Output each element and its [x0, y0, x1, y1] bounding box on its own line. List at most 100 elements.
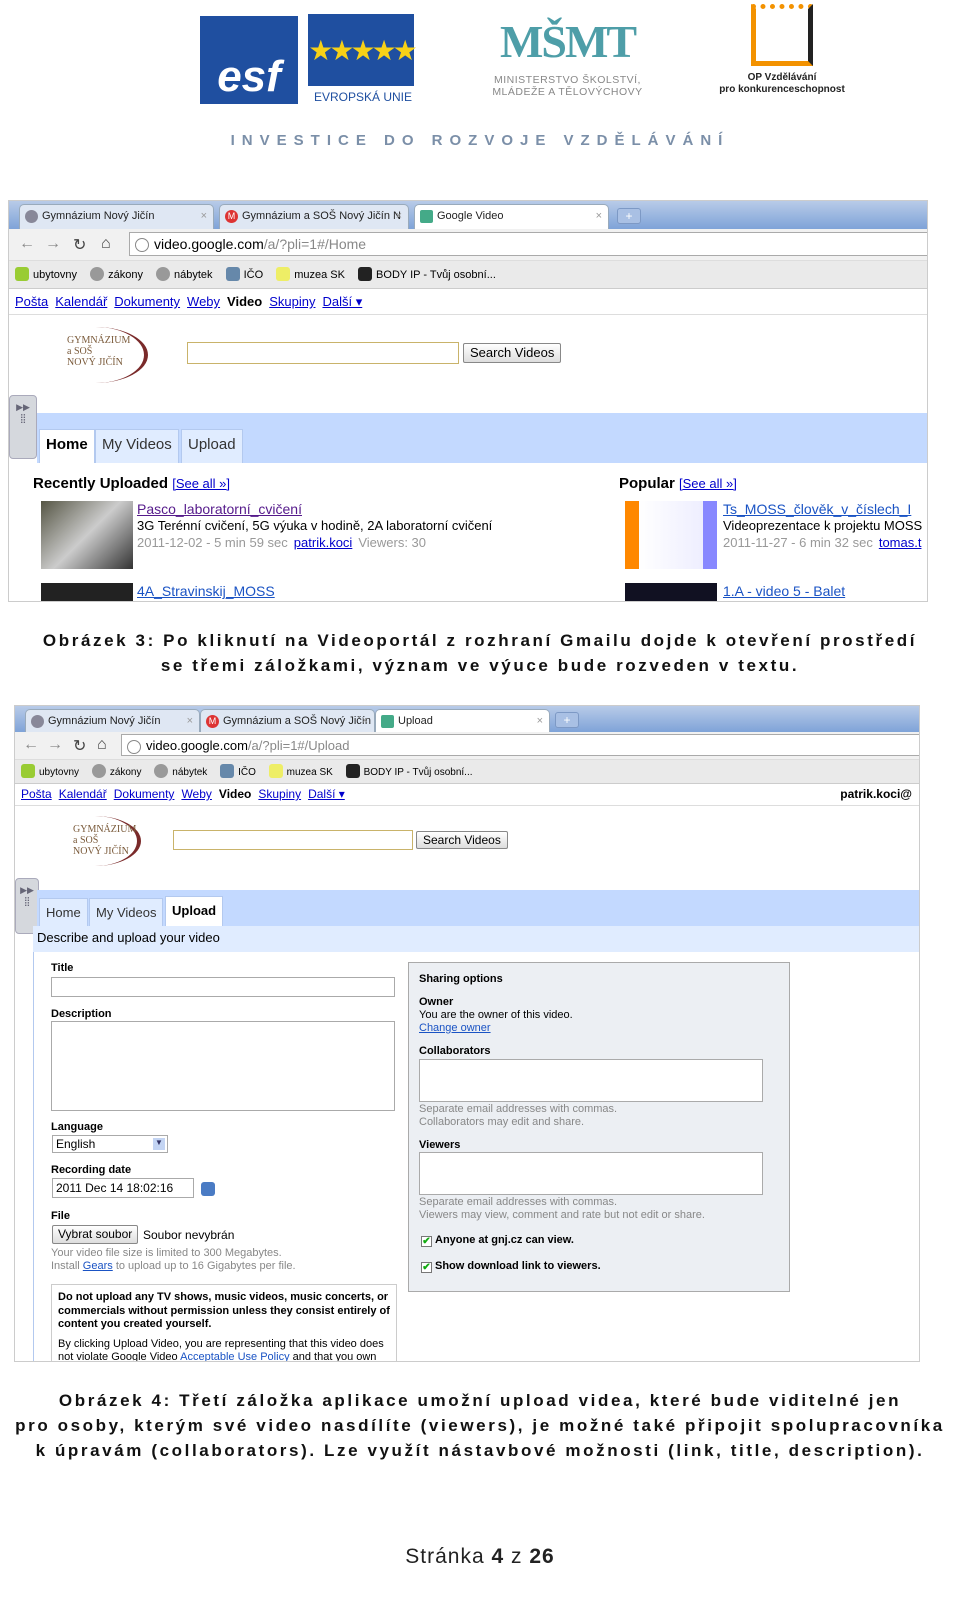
url-input[interactable]: video.google.com/a/?pli=1#/Upload — [121, 734, 919, 756]
download-link-checkbox[interactable]: ✔ — [421, 1262, 432, 1273]
gears-link[interactable]: Gears — [83, 1260, 113, 1272]
url-input[interactable]: video.google.com/a/?pli=1#/Home — [129, 232, 927, 256]
bookmark-item[interactable]: BODY IP - Tvůj osobní... — [345, 764, 473, 778]
caption-line: pro osoby, kterým své video nasdílíte (v… — [15, 1416, 945, 1435]
sharing-heading: Sharing options — [419, 973, 503, 985]
close-icon[interactable]: × — [396, 210, 402, 222]
language-select[interactable]: English ▼ — [52, 1135, 168, 1153]
ip-icon — [345, 764, 360, 778]
browser-tab[interactable]: M Gymnázium a SOŠ Nový Jičín N × — [219, 204, 409, 229]
choose-file-button[interactable]: Vybrat soubor — [52, 1225, 139, 1244]
bookmark-item[interactable]: muzea SK — [268, 764, 333, 778]
bookmark-item[interactable]: nábytek — [154, 764, 207, 778]
home-icon[interactable]: ⌂ — [101, 235, 111, 253]
back-icon[interactable]: ← — [19, 235, 35, 253]
browser-tab-active[interactable]: Upload × — [375, 709, 550, 732]
globe-icon — [25, 210, 38, 223]
nav-docs[interactable]: Dokumenty — [114, 787, 175, 801]
new-tab-button[interactable]: + — [555, 712, 579, 728]
browser-tab[interactable]: M Gymnázium a SOŠ Nový Jičín N × — [200, 709, 375, 732]
close-icon[interactable]: × — [362, 715, 368, 727]
close-icon[interactable]: × — [201, 210, 207, 222]
tab-home[interactable]: Home — [39, 429, 95, 463]
bookmark-item[interactable]: IČO — [220, 764, 256, 778]
nav-video[interactable]: Video — [227, 294, 262, 309]
tab-upload[interactable]: Upload — [181, 429, 243, 463]
nav-more[interactable]: Další ▾ — [308, 787, 345, 801]
nav-video[interactable]: Video — [219, 787, 251, 801]
browser-tab[interactable]: Gymnázium Nový Jičín × — [25, 709, 200, 732]
nav-more[interactable]: Další ▾ — [322, 294, 362, 309]
sidebar-toggle-handle[interactable]: ▶▶ ⣿ — [9, 395, 37, 459]
forward-icon[interactable]: → — [47, 736, 63, 754]
bookmark-item[interactable]: muzea SK — [276, 267, 345, 281]
nav-sites[interactable]: Weby — [181, 787, 211, 801]
tab-upload[interactable]: Upload — [165, 896, 224, 926]
bookmark-item[interactable]: zákony — [91, 764, 142, 778]
file-status: Soubor nevybrán — [143, 1228, 235, 1242]
close-icon[interactable]: × — [596, 210, 602, 222]
bookmark-item[interactable]: BODY IP - Tvůj osobní... — [358, 267, 496, 281]
description-textarea[interactable] — [51, 1021, 395, 1111]
msmt-logo: MŠMT MINISTERSTVO ŠKOLSTVÍ, MLÁDEŽE A TĚ… — [470, 10, 665, 98]
bookmark-item[interactable]: nábytek — [156, 267, 213, 281]
nav-mail[interactable]: Pošta — [15, 294, 48, 309]
bookmark-item[interactable]: IČO — [225, 267, 263, 281]
google-icon — [381, 715, 394, 728]
user-email[interactable]: patrik.koci@ — [840, 787, 912, 801]
browser-tab-active[interactable]: Google Video × — [414, 204, 609, 229]
nav-calendar[interactable]: Kalendář — [59, 787, 107, 801]
tab-my-videos[interactable]: My Videos — [95, 429, 179, 463]
recording-date-input[interactable]: 2011 Dec 14 18:02:16 — [52, 1178, 194, 1198]
author-link[interactable]: tomas.t — [879, 535, 922, 550]
video-thumbnail[interactable] — [625, 583, 717, 601]
video-thumbnail[interactable] — [625, 501, 717, 569]
calendar-icon[interactable] — [201, 1182, 215, 1196]
bookmark-item[interactable]: ubytovny — [21, 764, 79, 778]
search-videos-button[interactable]: Search Videos — [463, 343, 562, 363]
acceptable-use-link[interactable]: Acceptable Use Policy — [180, 1351, 289, 1361]
close-icon[interactable]: × — [187, 715, 193, 727]
caption-line: k úpravám (collaborators). Lze využít ná… — [35, 1441, 925, 1460]
forward-icon[interactable]: → — [45, 235, 61, 253]
close-icon[interactable]: × — [537, 715, 543, 727]
back-icon[interactable]: ← — [23, 736, 39, 754]
video-thumbnail[interactable] — [41, 583, 133, 601]
video-title-link[interactable]: 1.A - video 5 - Balet — [723, 583, 845, 599]
see-all-link[interactable]: [See all »] — [172, 476, 230, 491]
search-input[interactable] — [187, 342, 459, 364]
collaborators-textarea[interactable] — [419, 1059, 763, 1102]
video-title-link[interactable]: Ts_MOSS_člověk_v_číslech_I — [723, 501, 911, 517]
bookmark-item[interactable]: zákony — [90, 267, 143, 281]
tab-home[interactable]: Home — [39, 898, 88, 926]
anyone-can-view-checkbox[interactable]: ✔ — [421, 1236, 432, 1247]
globe-icon — [135, 238, 149, 252]
video-title-link[interactable]: 4A_Stravinskij_MOSS — [137, 583, 275, 599]
title-input[interactable] — [51, 977, 395, 997]
nav-docs[interactable]: Dokumenty — [114, 294, 180, 309]
nav-groups[interactable]: Skupiny — [258, 787, 301, 801]
current-page: 4 — [491, 1545, 505, 1568]
see-all-link[interactable]: [See all »] — [679, 476, 737, 491]
school-logo-text: NOVÝ JIČÍN — [67, 357, 123, 368]
video-description: Videoprezentace k projektu MOSS — [723, 518, 923, 533]
reload-icon[interactable]: ↻ — [73, 736, 86, 756]
bookmark-label: ubytovny — [39, 767, 80, 778]
search-videos-button[interactable]: Search Videos — [416, 831, 508, 849]
new-tab-button[interactable]: + — [617, 208, 641, 224]
change-owner-link[interactable]: Change owner — [419, 1022, 491, 1034]
nav-mail[interactable]: Pošta — [21, 787, 52, 801]
nav-sites[interactable]: Weby — [187, 294, 220, 309]
video-title-link[interactable]: Pasco_laboratorní_cvičení — [137, 501, 302, 517]
bookmark-item[interactable]: ubytovny — [15, 267, 77, 281]
search-input[interactable] — [173, 830, 413, 850]
browser-tab[interactable]: Gymnázium Nový Jičín × — [19, 204, 214, 229]
video-thumbnail[interactable] — [41, 501, 133, 569]
home-icon[interactable]: ⌂ — [97, 736, 107, 754]
tab-my-videos[interactable]: My Videos — [89, 898, 164, 926]
nav-groups[interactable]: Skupiny — [269, 294, 315, 309]
reload-icon[interactable]: ↻ — [73, 235, 86, 255]
nav-calendar[interactable]: Kalendář — [55, 294, 107, 309]
viewers-textarea[interactable] — [419, 1152, 763, 1195]
author-link[interactable]: patrik.koci — [294, 535, 353, 550]
